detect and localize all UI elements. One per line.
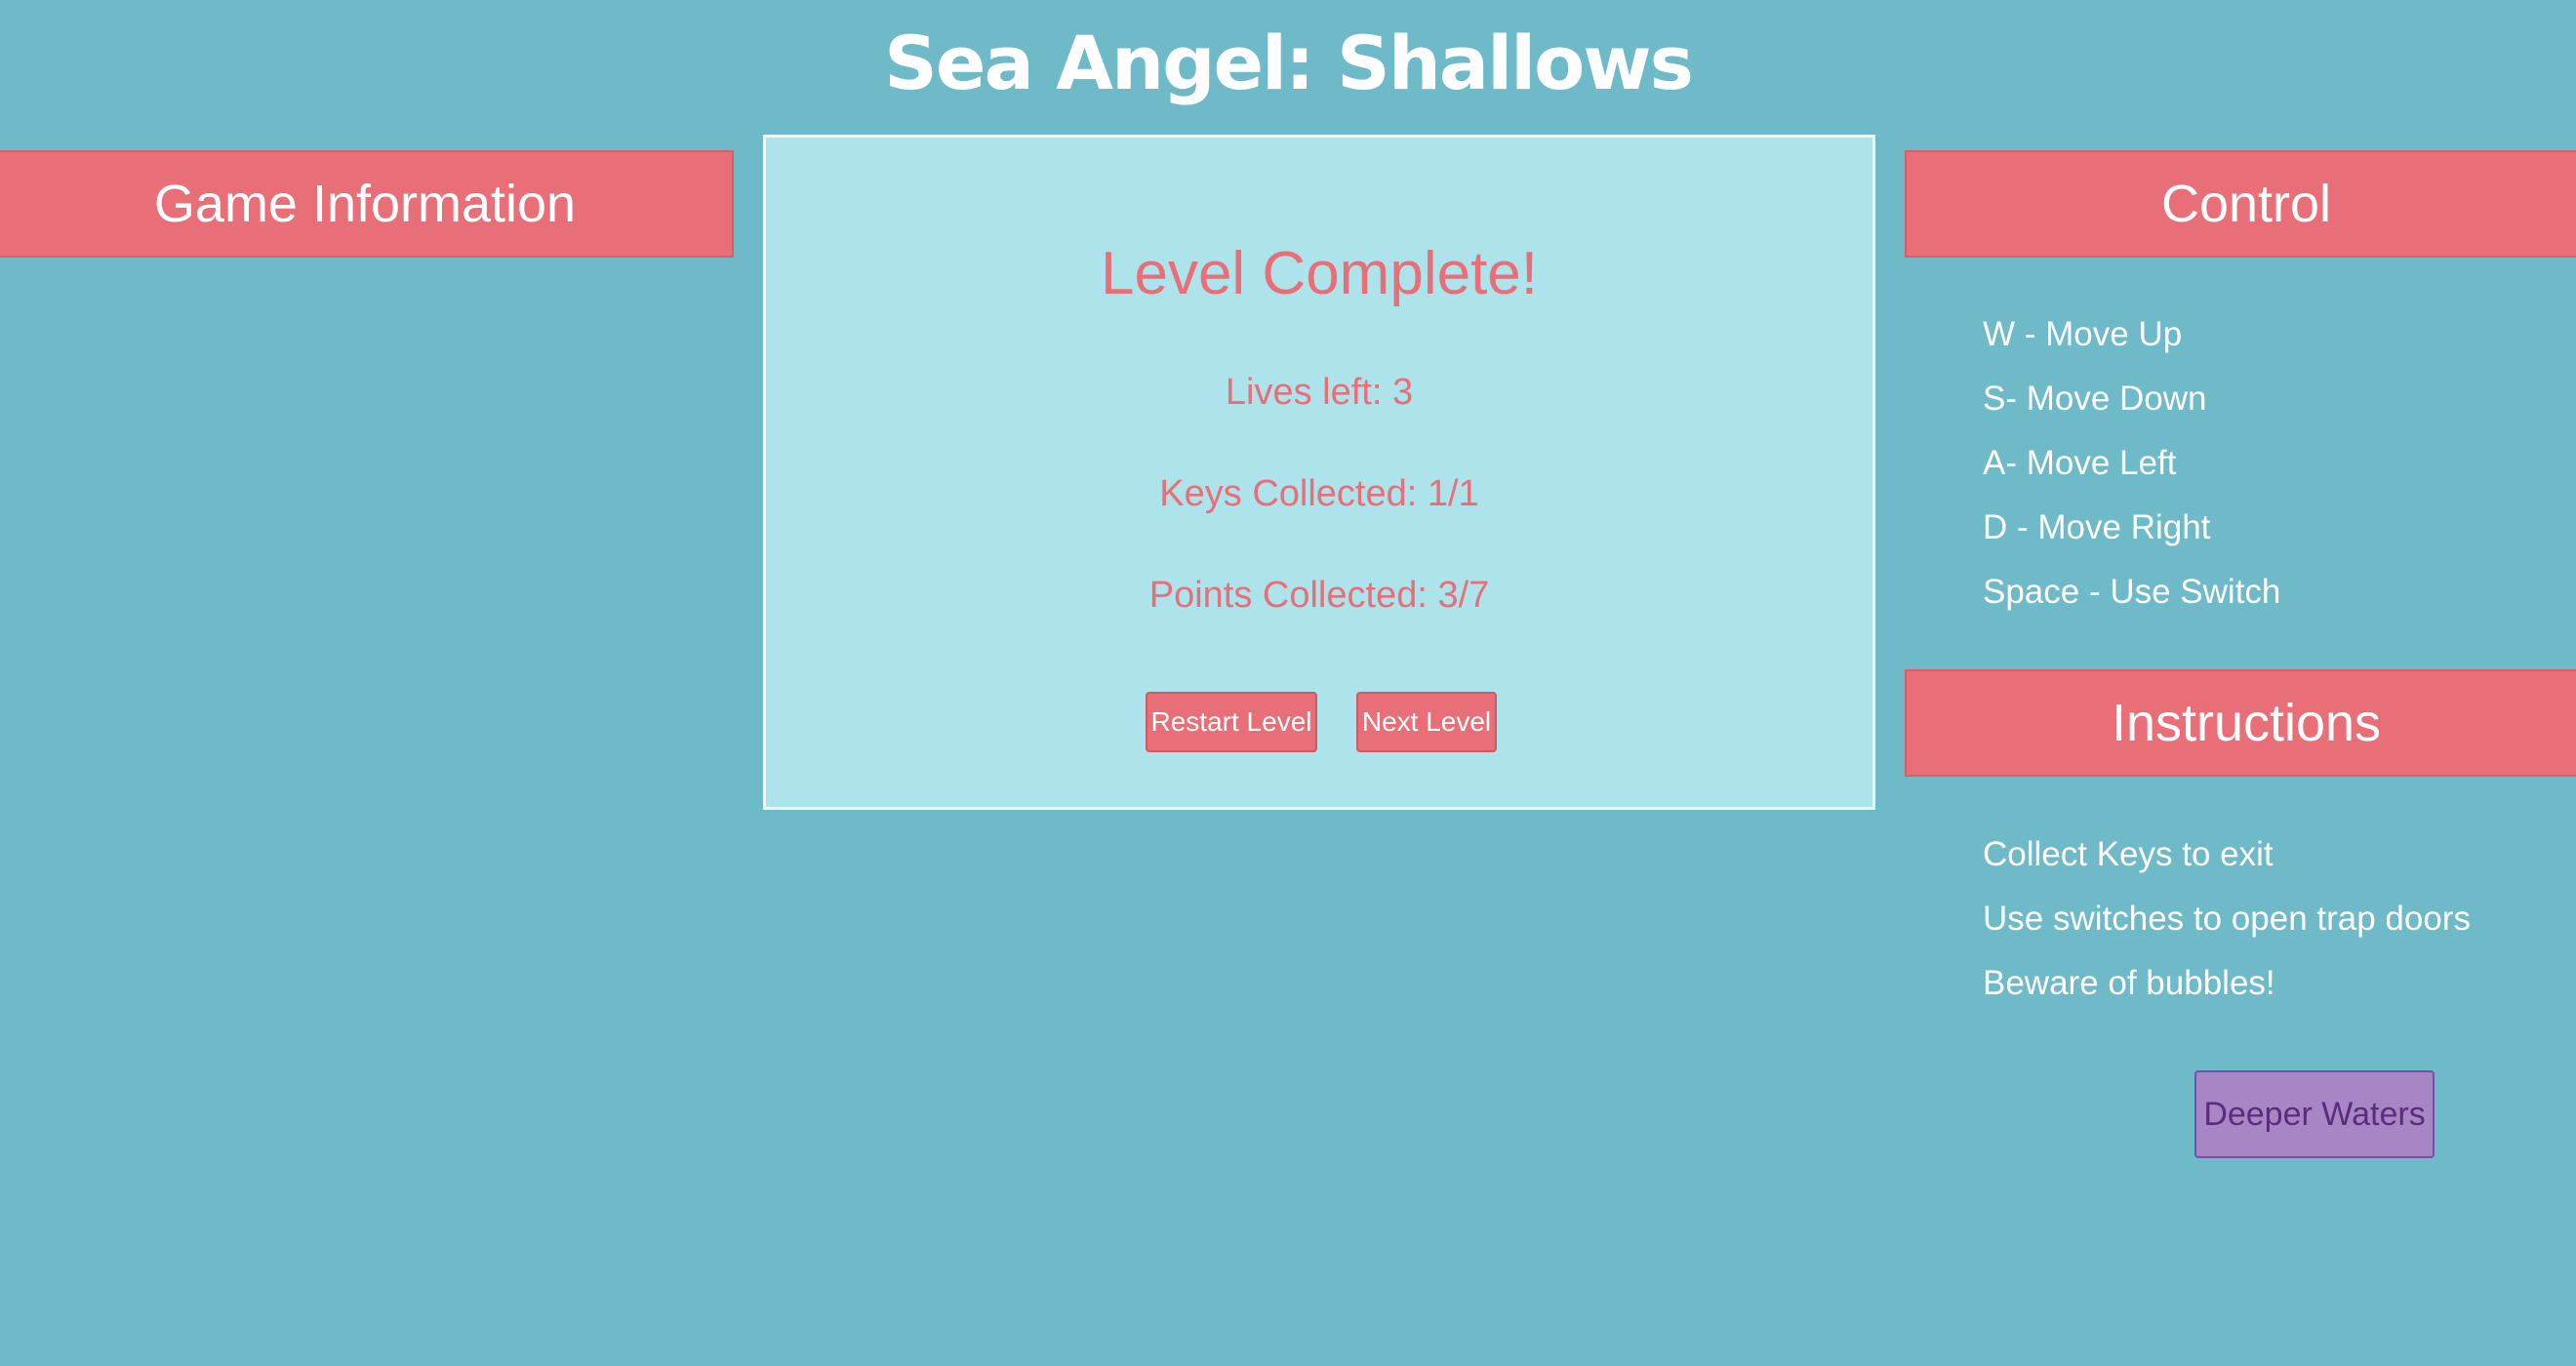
instructions-header: Instructions — [1905, 669, 2576, 777]
control-header: Control — [1905, 150, 2576, 258]
control-item-move-down: S- Move Down — [1983, 380, 2207, 418]
game-information-header: Game Information — [0, 150, 734, 258]
instruction-item-beware-bubbles: Beware of bubbles! — [1983, 964, 2275, 1002]
control-item-move-up: W - Move Up — [1983, 315, 2183, 353]
control-item-move-left: A- Move Left — [1983, 444, 2177, 482]
instruction-item-collect-keys: Collect Keys to exit — [1983, 835, 2274, 873]
deeper-waters-button[interactable]: Deeper Waters — [2194, 1070, 2435, 1158]
restart-level-button[interactable]: Restart Level — [1146, 692, 1317, 752]
level-complete-heading: Level Complete! — [1100, 240, 1539, 307]
control-item-move-right: D - Move Right — [1983, 508, 2211, 546]
game-title: Sea Angel: Shallows — [884, 20, 1694, 106]
control-item-use-switch: Space - Use Switch — [1983, 573, 2281, 611]
control-list: W - Move Up S- Move Down A- Move Left D … — [1983, 302, 2280, 624]
instruction-item-use-switches: Use switches to open trap doors — [1983, 900, 2471, 938]
next-level-button[interactable]: Next Level — [1356, 692, 1497, 752]
game-canvas[interactable]: Level Complete! Lives left: 3 Keys Colle… — [763, 135, 1875, 810]
lives-left-text: Lives left: 3 — [1225, 372, 1414, 413]
instructions-list: Collect Keys to exit Use switches to ope… — [1983, 823, 2471, 1016]
keys-collected-text: Keys Collected: 1/1 — [1159, 473, 1479, 514]
points-collected-text: Points Collected: 3/7 — [1148, 575, 1490, 616]
